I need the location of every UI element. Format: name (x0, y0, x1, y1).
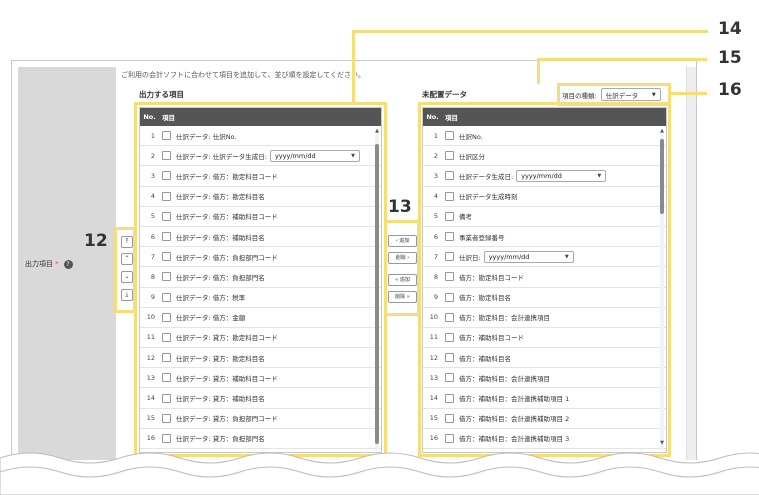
callout-12: 12 (84, 231, 108, 251)
intro-text: ご利用の会計ソフトに合わせて項目を追加して、並び順を設定してください。 (121, 71, 366, 79)
move-buttons-highlight (384, 220, 420, 316)
callout-15: 15 (718, 48, 742, 68)
callout-14: 14 (718, 19, 742, 39)
callout-16-line (671, 92, 707, 95)
output-list-highlight (134, 102, 387, 457)
callout-16: 16 (718, 80, 742, 100)
torn-edge (0, 452, 759, 495)
field-label-text: 出力項目 (25, 260, 53, 268)
callout-15-line (537, 58, 540, 84)
order-buttons-highlight (114, 227, 136, 313)
unassigned-list-highlight (418, 102, 671, 457)
item-type-highlight (557, 83, 671, 106)
output-panel-title: 出力する項目 (139, 90, 184, 99)
callout-14-line-h (352, 30, 708, 33)
required-mark: * (55, 260, 59, 268)
callout-15-line-h (537, 58, 707, 61)
page-scroll-edge (686, 67, 696, 460)
unassigned-panel-title: 未配置データ (422, 90, 467, 99)
help-icon[interactable]: ? (63, 259, 73, 269)
callout-13: 13 (388, 197, 412, 217)
field-label: 出力項目 *? (25, 259, 73, 269)
callout-14-line (352, 30, 355, 104)
